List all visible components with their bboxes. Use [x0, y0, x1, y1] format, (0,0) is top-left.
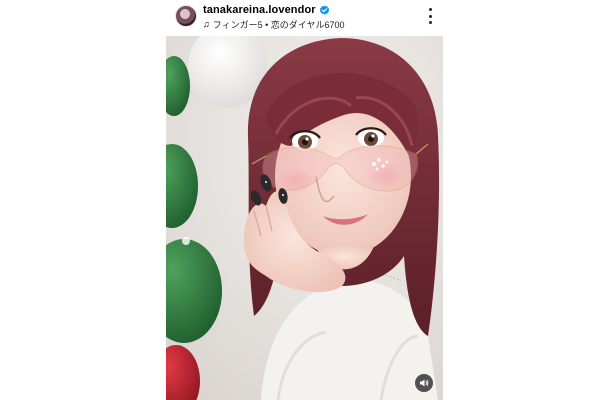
audio-row[interactable]: ♫ フィンガー5 • 恋のダイヤル6700: [203, 18, 344, 31]
username[interactable]: tanakareina.lovendor: [203, 4, 316, 16]
avatar[interactable]: [175, 5, 197, 27]
music-note-icon: ♫: [203, 19, 210, 29]
speaker-icon: [420, 379, 429, 387]
post-photo[interactable]: [166, 36, 443, 400]
audio-track[interactable]: フィンガー5 • 恋のダイヤル6700: [213, 18, 345, 31]
selfie-photo: [166, 36, 443, 400]
mute-button[interactable]: [415, 374, 433, 392]
more-vertical-icon: [428, 8, 432, 11]
username-row: tanakareina.lovendor: [203, 4, 330, 16]
post-header: tanakareina.lovendor ♫ フィンガー5 • 恋のダイヤル67…: [166, 0, 443, 36]
more-options-button[interactable]: [427, 8, 433, 24]
verified-badge-icon: [319, 4, 329, 15]
instagram-post: tanakareina.lovendor ♫ フィンガー5 • 恋のダイヤル67…: [166, 0, 443, 400]
